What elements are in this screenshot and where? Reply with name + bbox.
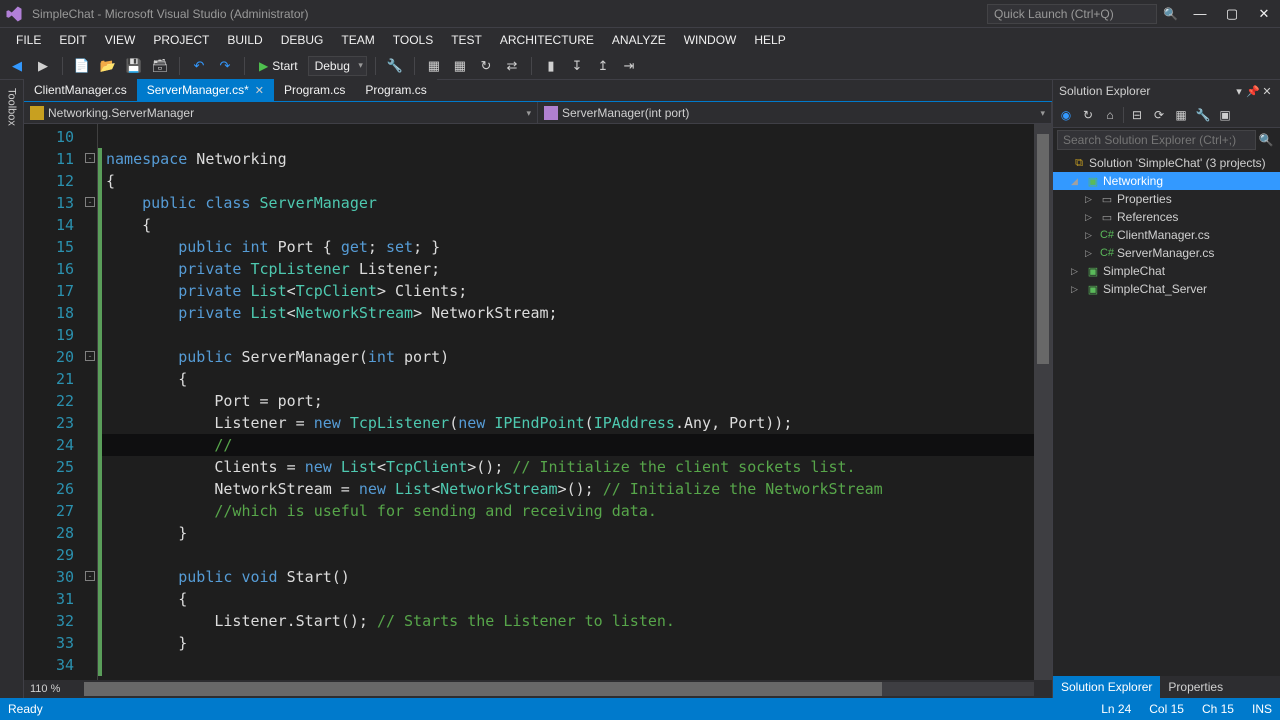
fold-toggle[interactable]: - (85, 197, 95, 207)
status-line: Ln 24 (1101, 702, 1131, 716)
tb-icon-3[interactable]: ↻ (475, 55, 497, 77)
bottom-tab-solution-explorer[interactable]: Solution Explorer (1053, 676, 1160, 698)
menu-file[interactable]: FILE (8, 31, 49, 49)
solution-search-input[interactable] (1057, 130, 1256, 150)
status-ready: Ready (8, 702, 43, 716)
solution-search-icon[interactable]: 🔍 (1256, 133, 1276, 147)
tb-icon-8[interactable]: ⇥ (618, 55, 640, 77)
configuration-combo[interactable]: Debug (308, 56, 367, 76)
menu-window[interactable]: WINDOW (676, 31, 745, 49)
toolbox-panel[interactable]: Toolbox (0, 80, 24, 698)
menu-build[interactable]: BUILD (219, 31, 270, 49)
menu-help[interactable]: HELP (746, 31, 793, 49)
tb-icon-2[interactable]: ▦ (449, 55, 471, 77)
tree-node[interactable]: ◢▣Networking (1053, 172, 1280, 190)
menu-test[interactable]: TEST (443, 31, 490, 49)
menu-project[interactable]: PROJECT (145, 31, 217, 49)
home-nav-icon[interactable]: ⌂ (1101, 106, 1119, 124)
redo-button[interactable]: ↷ (214, 55, 236, 77)
nav-back-button[interactable]: ◀ (6, 55, 28, 77)
editor-tab[interactable]: Program.cs (274, 79, 355, 101)
properties-icon[interactable]: 🔧 (1194, 106, 1212, 124)
menu-architecture[interactable]: ARCHITECTURE (492, 31, 602, 49)
menu-analyze[interactable]: ANALYZE (604, 31, 674, 49)
show-all-icon[interactable]: ▦ (1172, 106, 1190, 124)
menu-edit[interactable]: EDIT (51, 31, 94, 49)
fold-toggle[interactable]: - (85, 153, 95, 163)
tree-node[interactable]: ▷▣SimpleChat_Server (1053, 280, 1280, 298)
tree-node[interactable]: ▷▣SimpleChat (1053, 262, 1280, 280)
save-button[interactable]: 💾 (123, 55, 145, 77)
code-editor[interactable]: namespace Networking { public class Serv… (102, 124, 1034, 680)
tree-node[interactable]: ▷C#ClientManager.cs (1053, 226, 1280, 244)
status-col: Col 15 (1149, 702, 1184, 716)
tb-icon-6[interactable]: ↧ (566, 55, 588, 77)
horizontal-scrollbar[interactable] (84, 682, 1034, 696)
tab-close-icon[interactable]: ✕ (255, 84, 264, 97)
tree-node[interactable]: ▷C#ServerManager.cs (1053, 244, 1280, 262)
maximize-button[interactable]: ▢ (1220, 4, 1244, 24)
status-ins: INS (1252, 702, 1272, 716)
start-debug-button[interactable]: ▶Start (253, 55, 304, 77)
nav-type-combo[interactable]: Networking.ServerManager (24, 102, 538, 124)
find-in-files-button[interactable]: 🔧 (384, 55, 406, 77)
pane-dropdown-icon[interactable]: ▾ (1232, 85, 1246, 98)
search-icon[interactable]: 🔍 (1163, 7, 1178, 21)
status-ch: Ch 15 (1202, 702, 1234, 716)
undo-button[interactable]: ↶ (188, 55, 210, 77)
preview-icon[interactable]: ▣ (1216, 106, 1234, 124)
menu-tools[interactable]: TOOLS (385, 31, 441, 49)
minimize-button[interactable]: — (1188, 4, 1212, 24)
tree-node[interactable]: ▷▭References (1053, 208, 1280, 226)
open-file-button[interactable]: 📂 (97, 55, 119, 77)
nav-forward-button[interactable]: ▶ (32, 55, 54, 77)
zoom-level[interactable]: 110 % (24, 683, 84, 695)
tb-icon-7[interactable]: ↥ (592, 55, 614, 77)
bottom-tab-properties[interactable]: Properties (1160, 676, 1231, 698)
pane-pin-icon[interactable]: 📌 (1246, 85, 1260, 98)
fold-toggle[interactable]: - (85, 351, 95, 361)
fold-toggle[interactable]: - (85, 571, 95, 581)
line-number-gutter: 1011121314151617181920212223242526272829… (24, 124, 84, 680)
close-button[interactable]: ✕ (1252, 4, 1276, 24)
pane-close-icon[interactable]: ✕ (1260, 85, 1274, 98)
quick-launch-input[interactable]: Quick Launch (Ctrl+Q) (987, 4, 1157, 24)
menu-debug[interactable]: DEBUG (273, 31, 332, 49)
vs-logo-icon (4, 4, 24, 24)
tree-node[interactable]: ⧉Solution 'SimpleChat' (3 projects) (1053, 154, 1280, 172)
tb-icon-5[interactable]: ▮ (540, 55, 562, 77)
editor-tab[interactable]: Program.cs (355, 79, 436, 101)
sync-icon[interactable]: ⟳ (1150, 106, 1168, 124)
nav-member-combo[interactable]: ServerManager(int port) (538, 102, 1052, 124)
solution-explorer-header: Solution Explorer (1059, 84, 1232, 98)
tb-icon-1[interactable]: ▦ (423, 55, 445, 77)
window-title: SimpleChat - Microsoft Visual Studio (Ad… (32, 7, 987, 21)
editor-tab[interactable]: ClientManager.cs (24, 79, 137, 101)
tb-icon-4[interactable]: ⇄ (501, 55, 523, 77)
home-icon[interactable]: ◉ (1057, 106, 1075, 124)
save-all-button[interactable]: 🗃 (149, 55, 171, 77)
collapse-icon[interactable]: ⊟ (1128, 106, 1146, 124)
menu-team[interactable]: TEAM (333, 31, 382, 49)
editor-tab[interactable]: ServerManager.cs*✕ (137, 79, 274, 101)
refresh-icon[interactable]: ↻ (1079, 106, 1097, 124)
tree-node[interactable]: ▷▭Properties (1053, 190, 1280, 208)
menu-view[interactable]: VIEW (97, 31, 144, 49)
new-project-button[interactable]: 📄 (71, 55, 93, 77)
vertical-scrollbar[interactable] (1034, 124, 1052, 680)
